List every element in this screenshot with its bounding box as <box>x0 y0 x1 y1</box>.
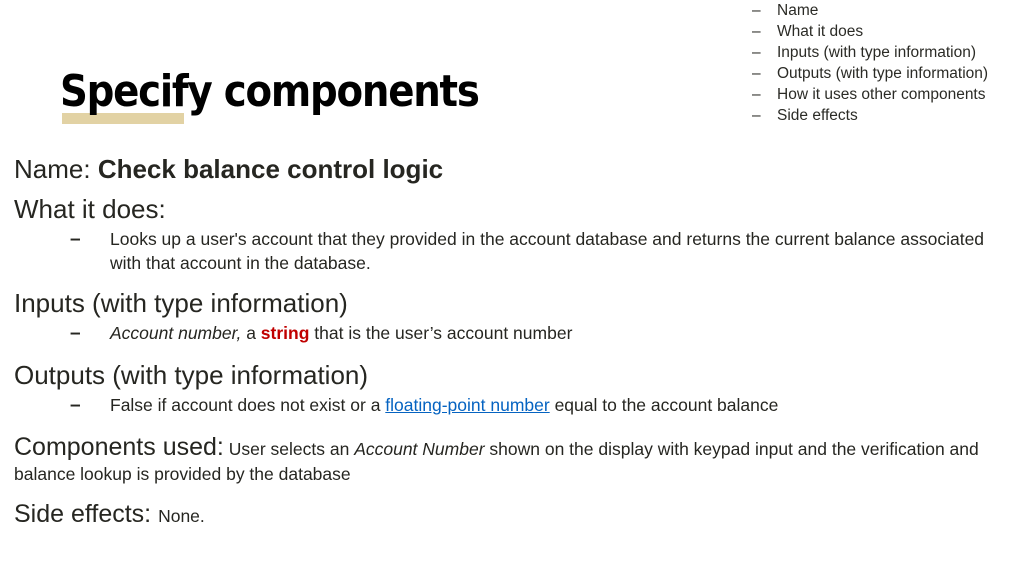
input-param-name: Account number, <box>110 323 242 343</box>
dash-icon: – <box>70 229 81 250</box>
list-item: – Name <box>752 0 1024 21</box>
dash-icon: – <box>752 23 761 40</box>
list-item-label: Outputs (with type information) <box>777 65 989 82</box>
list-item-label: How it uses other components <box>777 86 986 103</box>
bullet-text-inputs: Account number, a string that is the use… <box>110 321 990 345</box>
components-account-number-term: Account Number <box>354 439 485 459</box>
section-components-used: Components used: User selects an Account… <box>14 432 1014 486</box>
spec-name-line: Name: Check balance control logic <box>14 152 1014 186</box>
output-text-pre: False if account does not exist or a <box>110 395 386 415</box>
section-heading-inputs: Inputs (with type information) <box>14 288 348 318</box>
section-heading-components-used: Components used: <box>14 433 224 461</box>
bullet-row-outputs: – False if account does not exist or a f… <box>14 393 1014 419</box>
slide-title-block: Specify components <box>60 66 536 128</box>
list-item-label: What it does <box>777 23 864 40</box>
output-text-post: equal to the account balance <box>549 395 779 415</box>
list-item: – How it uses other components <box>752 84 1024 105</box>
spec-name-value: Check balance control logic <box>97 154 444 184</box>
dash-icon: – <box>70 395 81 416</box>
section-heading-outputs: Outputs (with type information) <box>14 360 369 390</box>
list-item: – Inputs (with type information) <box>752 42 1024 63</box>
bullet-row-inputs: – Account number, a string that is the u… <box>14 321 1014 347</box>
list-item: – Outputs (with type information) <box>752 63 1024 84</box>
dash-icon: – <box>752 107 761 124</box>
input-text-tail: that is the user’s account number <box>309 323 573 343</box>
section-side-effects: Side effects: None. <box>14 499 1014 531</box>
dash-icon: – <box>752 2 761 19</box>
slide-body: Name: Check balance control logic What i… <box>14 152 1014 531</box>
bullet-text-outputs: False if account does not exist or a flo… <box>110 393 990 417</box>
floating-point-number-link[interactable]: floating-point number <box>385 395 549 415</box>
dash-icon: – <box>70 323 81 344</box>
list-item-label: Inputs (with type information) <box>777 44 977 61</box>
dash-icon: – <box>752 44 761 61</box>
components-text-pre: User selects an <box>223 439 355 459</box>
bullet-text-what-it-does: Looks up a user's account that they prov… <box>110 229 985 273</box>
input-type-keyword: string <box>260 323 310 343</box>
section-heading-what-it-does: What it does: <box>14 194 166 224</box>
component-spec-reference-list: – Name – What it does – Inputs (with typ… <box>752 0 1024 126</box>
dash-icon: – <box>752 86 761 103</box>
bullet-row-what-it-does: – Looks up a user's account that they pr… <box>14 227 1014 275</box>
dash-icon: – <box>752 65 761 82</box>
section-heading-side-effects: Side effects: <box>14 500 152 528</box>
list-item-label: Name <box>777 2 819 19</box>
list-item: – What it does <box>752 21 1024 42</box>
side-effects-value: None. <box>158 506 205 526</box>
page-title: Specify components <box>60 66 480 117</box>
spec-name-label: Name: <box>14 154 91 184</box>
list-item: – Side effects <box>752 105 1024 126</box>
input-text-mid: a <box>241 323 261 343</box>
list-item-label: Side effects <box>777 107 858 124</box>
